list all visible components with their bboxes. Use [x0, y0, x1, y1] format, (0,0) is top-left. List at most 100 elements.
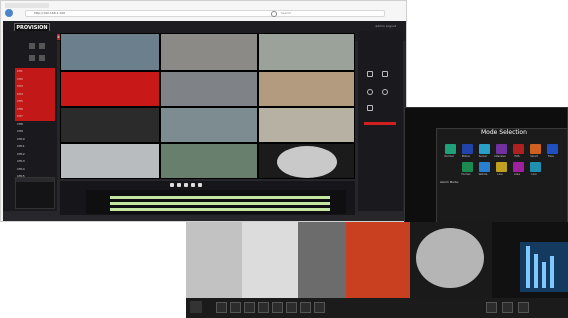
- camera-tile[interactable]: [60, 71, 160, 107]
- channel-item[interactable]: CH10: [17, 137, 25, 142]
- mode-option-icon[interactable]: [496, 162, 507, 172]
- camera-tile[interactable]: [258, 71, 355, 107]
- fast-forward-icon[interactable]: [300, 302, 311, 313]
- channel-item[interactable]: CH8: [17, 122, 23, 127]
- mode-option-label: POS: [514, 155, 520, 158]
- channel-item[interactable]: CH14: [17, 167, 25, 172]
- zoom-out-icon[interactable]: [382, 89, 388, 95]
- channel-item[interactable]: CH12: [17, 152, 25, 157]
- rewind-icon[interactable]: [198, 183, 202, 187]
- camera-tile[interactable]: [60, 107, 160, 143]
- mode-option-label: Face: [548, 155, 554, 158]
- layout-icon[interactable]: [244, 302, 255, 313]
- view-mode-icon[interactable]: [29, 43, 35, 49]
- rewind-icon[interactable]: [258, 302, 269, 313]
- play-icon[interactable]: [272, 302, 283, 313]
- mode-description: Alarm Mode:: [440, 180, 459, 184]
- mode-option-icon[interactable]: [479, 144, 490, 154]
- mode-option-icon[interactable]: [445, 144, 456, 154]
- status-indicator: [364, 122, 396, 125]
- layout-icon[interactable]: [230, 302, 241, 313]
- address-bar[interactable]: http://192.168.1.100: [25, 10, 385, 17]
- mode-option-icon[interactable]: [530, 162, 541, 172]
- channel-item[interactable]: CH13: [17, 159, 25, 164]
- camera-tile[interactable]: [410, 222, 492, 298]
- mode-option-icon[interactable]: [547, 144, 558, 154]
- mode-option-label: Normal: [444, 155, 454, 158]
- channel-item[interactable]: CH6: [17, 107, 23, 112]
- channel-item[interactable]: CH3: [17, 84, 23, 89]
- view-mode-icon[interactable]: [39, 43, 45, 49]
- stop-icon[interactable]: [184, 183, 188, 187]
- browser-search-input[interactable]: Search: [281, 11, 291, 15]
- mode-option-label: Vehicle: [478, 173, 488, 176]
- camera-tile[interactable]: [186, 222, 242, 298]
- zoom-in-icon[interactable]: [367, 89, 373, 95]
- camera-tile[interactable]: [60, 33, 160, 71]
- fast-forward-icon[interactable]: [191, 183, 195, 187]
- channel-item[interactable]: CH5: [17, 99, 23, 104]
- camera-tile[interactable]: [258, 143, 355, 179]
- channel-item[interactable]: CH2: [17, 77, 23, 82]
- camera-tile[interactable]: [160, 143, 258, 179]
- pause-icon[interactable]: [177, 183, 181, 187]
- mode-option-label: Area: [514, 173, 520, 176]
- calendar-header: [16, 178, 54, 182]
- mode-option-icon[interactable]: [462, 144, 473, 154]
- channel-item[interactable]: CH11: [17, 144, 25, 149]
- mode-option-icon[interactable]: [513, 162, 524, 172]
- camera-tile[interactable]: [258, 107, 355, 143]
- pause-icon[interactable]: [286, 302, 297, 313]
- channel-item[interactable]: CH9: [17, 129, 23, 134]
- mode-option-label: Human: [461, 173, 471, 176]
- view-mode-icon[interactable]: [29, 55, 35, 61]
- camera-tile[interactable]: [160, 107, 258, 143]
- settings-icon[interactable]: [502, 302, 513, 313]
- recording-segment: [110, 202, 330, 205]
- mode-option-label: Intensive: [494, 155, 506, 158]
- layout-icon[interactable]: [216, 302, 227, 313]
- mode-option-icon[interactable]: [513, 144, 524, 154]
- fullscreen-icon[interactable]: [367, 105, 373, 111]
- timeline-bar[interactable]: [86, 190, 346, 214]
- play-icon[interactable]: [170, 183, 174, 187]
- mode-option-icon[interactable]: [496, 144, 507, 154]
- mode-option-icon[interactable]: [530, 144, 541, 154]
- camera-tile[interactable]: [60, 143, 160, 179]
- start-icon[interactable]: [190, 301, 202, 313]
- ptz-panel: [358, 31, 403, 211]
- back-arrow-icon[interactable]: [5, 9, 13, 17]
- view-mode-icon[interactable]: [39, 55, 45, 61]
- graph-bar: [550, 256, 554, 288]
- playback-timeline[interactable]: [60, 181, 355, 215]
- recording-segment: [110, 208, 330, 211]
- graph-bar: [534, 254, 538, 288]
- search-icon[interactable]: [271, 11, 277, 17]
- camera-tile[interactable]: [258, 33, 355, 71]
- camera-tile[interactable]: [298, 222, 346, 298]
- record-icon[interactable]: [382, 71, 388, 77]
- user-info[interactable]: admin Logout: [375, 24, 396, 28]
- camera-tile[interactable]: [346, 222, 410, 298]
- channel-item[interactable]: CH7: [17, 114, 23, 119]
- network-icon[interactable]: [486, 302, 497, 313]
- mode-option-icon[interactable]: [462, 162, 473, 172]
- clock-icon[interactable]: [518, 302, 529, 313]
- camera-tile[interactable]: [160, 33, 258, 71]
- stop-icon[interactable]: [314, 302, 325, 313]
- channel-item[interactable]: CH1: [17, 69, 23, 74]
- channel-item[interactable]: CH4: [17, 92, 23, 97]
- signal-graph: [520, 242, 568, 292]
- browser-window: http://192.168.1.100 Search PROVISION Li…: [0, 0, 407, 222]
- graph-bar: [526, 246, 530, 288]
- browser-tab[interactable]: [5, 3, 49, 8]
- mode-option-icon[interactable]: [479, 162, 490, 172]
- mode-option-label: Smart: [530, 155, 538, 158]
- camera-tile[interactable]: [160, 71, 258, 107]
- calendar[interactable]: [15, 177, 55, 209]
- camera-tile[interactable]: [242, 222, 298, 298]
- recording-segment: [110, 196, 330, 199]
- mode-option-label: Line: [497, 173, 503, 176]
- dialog-title: Mode Selection: [481, 129, 527, 136]
- camera-icon[interactable]: [367, 71, 373, 77]
